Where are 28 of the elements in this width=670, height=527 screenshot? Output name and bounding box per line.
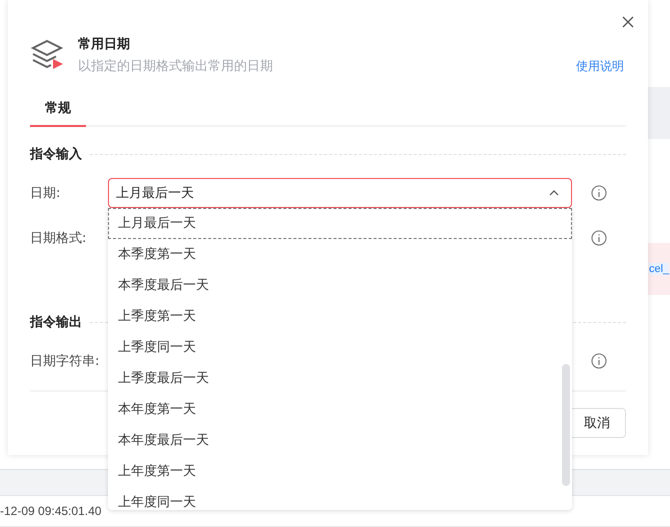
help-link[interactable]: 使用说明 (576, 58, 624, 75)
caret-icon (549, 190, 559, 196)
dropdown-option[interactable]: 上年度第一天 (108, 456, 572, 487)
dialog-subtitle: 以指定的日期格式输出常用的日期 (78, 58, 274, 75)
dropdown-option[interactable]: 本季度最后一天 (108, 270, 572, 301)
dropdown-option[interactable]: 上季度同一天 (108, 332, 572, 363)
dropdown-option[interactable]: 上季度最后一天 (108, 363, 572, 394)
dropdown-option[interactable]: 上年度同一天 (108, 487, 572, 510)
date-select[interactable]: 上月最后一天 (108, 178, 572, 208)
info-icon[interactable] (591, 185, 607, 201)
panel-background (648, 87, 670, 139)
field-label: 日期格式: (30, 230, 88, 247)
scrollbar-thumb[interactable] (562, 364, 570, 486)
close-icon[interactable] (622, 16, 634, 28)
file-link[interactable]: cel_ (649, 263, 670, 275)
dialog-title: 常用日期 (78, 36, 131, 53)
section-title: 指令输出 (30, 314, 82, 331)
info-icon[interactable] (591, 353, 607, 369)
dropdown-option[interactable]: 上月最后一天 (108, 208, 572, 239)
tab[interactable]: 常规 (30, 95, 86, 127)
field-label: 日期字符串: (30, 353, 100, 370)
dropdown-option[interactable]: 本季度第一天 (108, 239, 572, 270)
field-label: 日期: (30, 185, 62, 202)
layers-icon (30, 38, 64, 72)
info-icon[interactable] (591, 230, 607, 246)
dropdown-option[interactable]: 上季度第一天 (108, 301, 572, 332)
table-cell: -12-09 09:45:01.40 (0, 504, 102, 518)
section-title: 指令输入 (30, 146, 82, 163)
